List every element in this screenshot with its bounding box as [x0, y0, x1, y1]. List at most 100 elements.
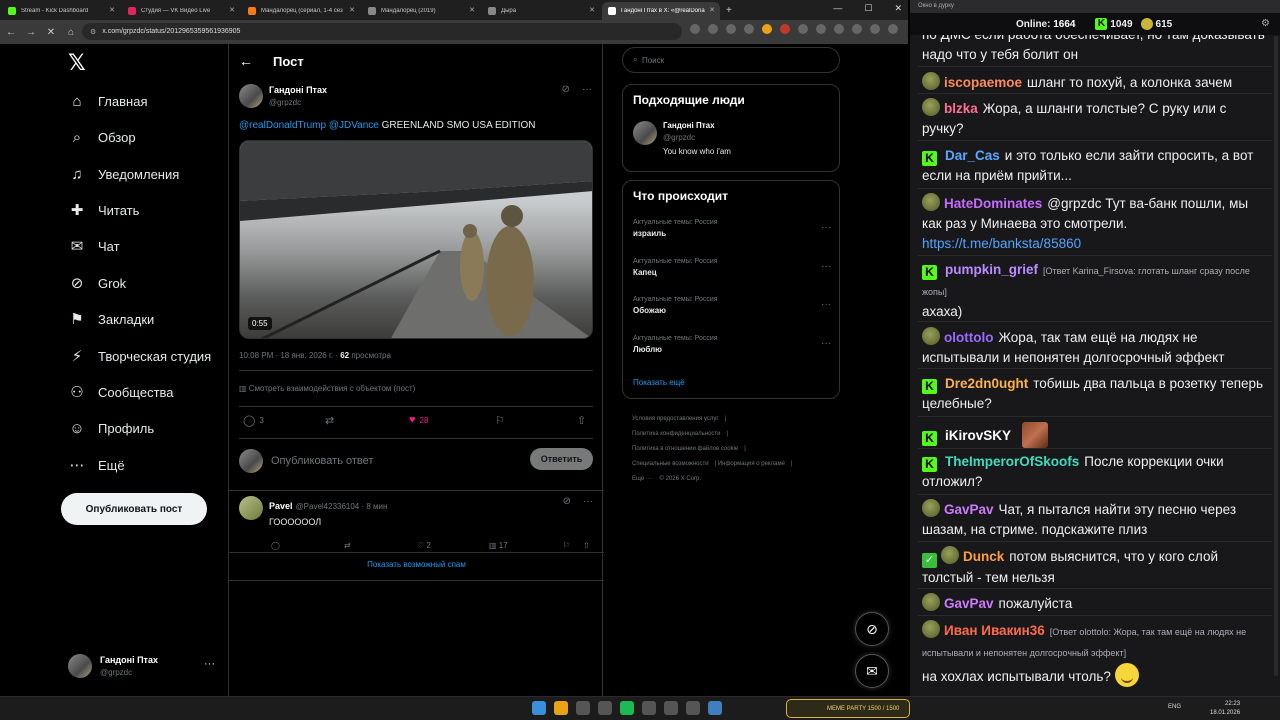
tweet-author[interactable]: Гандоні Птах @grpzdc: [239, 84, 327, 108]
nav-item-follow[interactable]: ✚ Читать: [68, 198, 140, 222]
repost-action[interactable]: ⇄: [325, 414, 338, 427]
share-icon[interactable]: ⇧: [583, 541, 590, 550]
close-tab-icon[interactable]: ✕: [589, 6, 595, 14]
reply-input[interactable]: Опубликовать ответ: [271, 455, 373, 467]
trend-item[interactable]: Актуальные темы: Россия Люблю ···: [633, 335, 831, 354]
chat-username[interactable]: GavPav: [944, 596, 994, 611]
tab-vk-studio[interactable]: Студия — VK Видео Live ✕: [122, 2, 240, 20]
close-tab-icon[interactable]: ✕: [349, 6, 355, 14]
footer-link[interactable]: Политика конфиденциальности: [632, 431, 721, 437]
nav-item-studio[interactable]: ⚡ Творческая студия: [68, 344, 212, 368]
sidebar-icon[interactable]: [834, 24, 844, 34]
trend-item[interactable]: Актуальные темы: Россия Обожаю ···: [633, 296, 831, 315]
extension-icon[interactable]: [798, 24, 808, 34]
extensions-puzzle-icon[interactable]: [816, 24, 826, 34]
chrome-icon[interactable]: [554, 701, 568, 715]
site-info-icon[interactable]: ⚙: [90, 28, 96, 36]
close-window-icon[interactable]: ✕: [894, 3, 902, 14]
nav-item-notifications[interactable]: ♫ Уведомления: [68, 162, 179, 186]
more-dots-icon[interactable]: ···: [821, 261, 831, 272]
mention-link[interactable]: @JDVance: [329, 120, 379, 131]
steam-icon[interactable]: [598, 701, 612, 715]
bookmark-star-icon[interactable]: [744, 24, 754, 34]
post-button[interactable]: Опубликовать пост: [61, 493, 207, 525]
back-icon[interactable]: ←: [2, 27, 20, 38]
post-activity-link[interactable]: ▥ Смотреть взаимодействия с объектом (по…: [239, 384, 415, 393]
grok-icon[interactable]: ⊘: [562, 84, 570, 95]
nav-item-chat[interactable]: ✉ Чат: [68, 234, 120, 258]
reply-button[interactable]: Ответить: [530, 448, 593, 470]
back-arrow-icon[interactable]: ←: [239, 53, 253, 69]
home-browser-icon[interactable]: ⌂: [62, 27, 80, 38]
explorer-icon[interactable]: [576, 701, 590, 715]
footer-link[interactable]: Информация о рекламе: [718, 461, 785, 467]
reply-tweet[interactable]: Pavel @Pavel42336104 · 8 мин ГООООООЛ ⊘ ·…: [239, 496, 593, 557]
trend-item[interactable]: Актуальные темы: Россия Капец ···: [633, 258, 831, 277]
nav-item-explore[interactable]: ⌕ Обзор: [68, 125, 136, 149]
chat-username[interactable]: GavPav: [944, 502, 994, 517]
chat-username[interactable]: Dre2dn0ught: [945, 376, 1028, 391]
like-action[interactable]: ♥ 28: [409, 414, 428, 426]
show-spam-link[interactable]: Показать возможный спам: [229, 560, 604, 569]
translate-icon[interactable]: [726, 24, 736, 34]
tab-kick-dashboard[interactable]: Stream - Kick Dashboard ✕: [2, 2, 120, 20]
taskbar-clock[interactable]: 22:23 18.01.2026: [1210, 700, 1240, 718]
show-more-link[interactable]: Показать ещё: [633, 378, 685, 387]
more-dots-icon[interactable]: ···: [204, 658, 215, 670]
bookmark-action[interactable]: ⚐: [495, 414, 509, 427]
messages-fab-icon[interactable]: ✉: [855, 654, 889, 688]
grok-fab-icon[interactable]: ⊘: [855, 612, 889, 646]
nav-item-communities[interactable]: ⚇ Сообщества: [68, 380, 173, 404]
footer-link[interactable]: Политика в отношении файлов cookie: [632, 446, 738, 452]
chat-username[interactable]: Иван Ивакин36: [944, 623, 1045, 638]
footer-link[interactable]: Условия предоставления услуг: [632, 416, 719, 422]
more-dots-icon[interactable]: ···: [821, 222, 831, 233]
like-action[interactable]: ♡ 2: [417, 541, 431, 550]
discord-icon[interactable]: [664, 701, 678, 715]
telegram-icon[interactable]: [708, 701, 722, 715]
obs-icon[interactable]: [642, 701, 656, 715]
nav-item-grok[interactable]: ⊘ Grok: [68, 271, 126, 295]
app-icon[interactable]: [686, 701, 700, 715]
chat-username[interactable]: blzka: [944, 101, 978, 116]
close-tab-icon[interactable]: ✕: [709, 6, 715, 14]
chat-username[interactable]: TheImperorOfSkoofs: [945, 454, 1079, 469]
more-dots-icon[interactable]: ···: [821, 338, 831, 349]
suggested-user[interactable]: Гандоні Птах @grpzdc You know who i'am: [633, 121, 731, 156]
maximize-icon[interactable]: ☐: [864, 3, 872, 14]
chat-username[interactable]: HateDominates: [944, 196, 1042, 211]
more-dots-icon[interactable]: ···: [821, 299, 831, 310]
x-logo-icon[interactable]: 𝕏: [68, 50, 86, 76]
views-action[interactable]: ▥ 17: [489, 541, 508, 550]
mention-link[interactable]: @realDonaldTrump: [239, 120, 326, 131]
search-input[interactable]: ⌕ Поиск: [622, 47, 840, 73]
nav-item-home[interactable]: ⌂ Главная: [68, 89, 147, 113]
start-menu-icon[interactable]: [532, 701, 546, 715]
tab-mandalorian-2019[interactable]: Мандалорец (2019) ✕: [362, 2, 480, 20]
chat-username[interactable]: iscopaemoe: [944, 75, 1022, 90]
bookmark-icon[interactable]: ⚐: [563, 541, 570, 550]
profile-avatar-icon[interactable]: [870, 24, 880, 34]
more-dots-icon[interactable]: ···: [582, 84, 592, 95]
chat-username[interactable]: iKirovSKY: [945, 428, 1011, 443]
share-action[interactable]: ⇧: [577, 414, 590, 427]
stop-icon[interactable]: ✕: [42, 27, 60, 38]
account-switcher[interactable]: Гандоні Птах @grpzdc ···: [68, 654, 215, 678]
footer-link[interactable]: Специальные возможности: [632, 461, 709, 467]
extension-icon[interactable]: [762, 24, 772, 34]
chat-username[interactable]: olottolo: [944, 330, 993, 345]
chat-username[interactable]: Dar_Cas: [945, 148, 1000, 163]
chat-link[interactable]: https://t.me/banksta/85860: [922, 236, 1081, 251]
settings-gear-icon[interactable]: ⚙: [1261, 18, 1270, 29]
url-field[interactable]: ⚙ x.com/grpzdc/status/201296535956193690…: [82, 23, 682, 40]
footer-link[interactable]: Еще ···: [632, 476, 652, 482]
minimize-icon[interactable]: —: [833, 3, 842, 14]
tweet-video[interactable]: 0:55: [239, 140, 593, 339]
close-tab-icon[interactable]: ✕: [469, 6, 475, 14]
spotify-icon[interactable]: [620, 701, 634, 715]
reply-action[interactable]: ◯ 3: [243, 414, 264, 427]
chat-username[interactable]: Dunck: [963, 549, 1004, 564]
tab-mandalorian-series[interactable]: Мандалорец (сериал, 1-4 сез ✕: [242, 2, 360, 20]
zoom-icon[interactable]: [708, 24, 718, 34]
more-dots-icon[interactable]: ···: [583, 496, 593, 507]
